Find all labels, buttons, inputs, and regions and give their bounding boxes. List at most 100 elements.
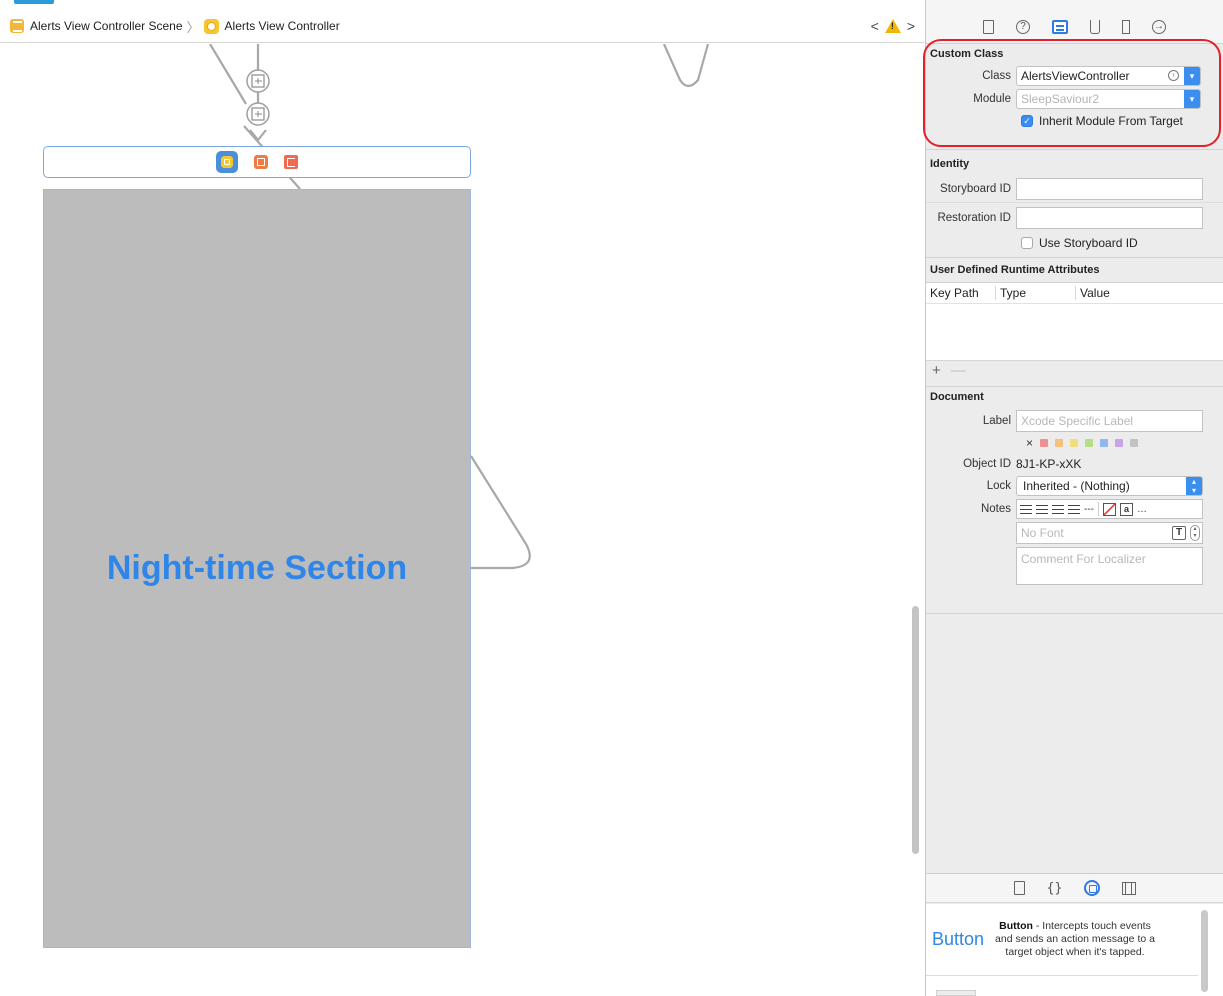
remove-attribute-button[interactable]: — [951,362,966,379]
notes-label: Notes [980,503,1011,515]
color-swatch-gray[interactable] [1130,439,1139,447]
exit-icon[interactable] [284,155,298,169]
use-storyboard-id-row[interactable]: Use Storyboard ID [926,232,1223,254]
restoration-id-input[interactable] [1016,206,1203,229]
lock-value: Inherited - (Nothing) [1023,479,1130,493]
toolbar-divider [1098,502,1099,516]
color-swatch-red[interactable] [1040,439,1049,447]
object-library-icon[interactable] [1084,880,1101,896]
class-dropdown-icon[interactable]: ▾ [1184,66,1200,85]
label-row: Label Xcode Specific Label [926,409,1223,433]
breadcrumb-scene[interactable]: Alerts View Controller Scene [10,19,183,33]
previous-issue-icon[interactable]: < [871,18,879,34]
text-color-icon[interactable]: a [1120,502,1133,516]
lock-popup[interactable]: Inherited - (Nothing) ▴ ▾ [1016,476,1203,496]
file-template-library-icon[interactable] [1013,881,1025,895]
align-center-icon[interactable] [1036,504,1048,514]
library-item-name: Button [999,920,1033,932]
inspector-tabs: ? [926,0,1223,44]
storyboard-id-label: Storyboard ID [940,183,1011,195]
size-inspector-icon[interactable] [1122,19,1130,34]
next-issue-icon[interactable]: > [907,18,915,34]
more-options-icon[interactable]: … [1137,504,1147,515]
module-combo[interactable]: SleepSaviour2 ▾ [1016,88,1201,109]
inherit-module-checkbox[interactable] [1021,115,1033,127]
clear-color-button[interactable]: × [1026,436,1033,450]
module-value[interactable]: SleepSaviour2 [1021,92,1184,106]
breadcrumb-controller[interactable]: Alerts View Controller [203,18,340,34]
use-storyboard-id-checkbox[interactable] [1021,237,1033,249]
jump-bar: Alerts View Controller Scene 〉 Alerts Vi… [0,10,925,43]
canvas-scrollbar[interactable] [912,606,919,854]
add-attribute-button[interactable]: + [932,362,941,379]
xcode-label-input[interactable]: Xcode Specific Label [1016,410,1203,432]
segue-connector-icon[interactable] [246,69,270,93]
code-snippet-library-icon[interactable]: {} [1047,881,1063,896]
object-id-row: Object ID 8J1-KP-xXK [926,453,1223,475]
runtime-attributes-header: Key Path Type Value [926,282,1223,304]
view-controller-icon[interactable] [216,151,238,173]
top-strip [0,0,925,6]
utilities-inspector: ? Custom Class Class AlertsViewControlle… [923,0,1223,996]
localizer-comment-input[interactable]: Comment For Localizer [1016,547,1203,585]
no-color-icon[interactable] [1103,502,1116,516]
align-right-icon[interactable] [1052,504,1064,514]
lock-label: Lock [986,480,1011,492]
storyboard-id-input[interactable] [1016,178,1203,200]
segue-connector-icon[interactable] [246,102,270,126]
color-swatch-green[interactable] [1085,439,1094,447]
restoration-id-label: Restoration ID [937,211,1011,224]
quick-help-icon[interactable]: ? [1016,19,1030,34]
align-left-icon[interactable] [1020,504,1032,514]
align-justify-icon[interactable] [1068,504,1080,514]
module-dropdown-icon[interactable]: ▾ [1184,89,1200,108]
column-key-path[interactable]: Key Path [926,286,996,300]
column-type[interactable]: Type [996,286,1076,300]
label-color-swatches: × [926,433,1223,453]
class-row: Class AlertsViewController › ▾ [926,64,1223,87]
color-swatch-purple[interactable] [1115,439,1124,447]
library-item-next[interactable] [936,990,976,996]
comment-row: Comment For Localizer [926,545,1223,587]
font-size-stepper[interactable]: ▴ ▾ [1190,525,1200,541]
color-swatch-yellow[interactable] [1070,439,1079,447]
media-library-icon[interactable] [1122,881,1137,895]
class-value[interactable]: AlertsViewController [1021,69,1168,83]
inherit-module-row[interactable]: Inherit Module From Target [926,110,1223,132]
object-library: Button Button - Intercepts touch events … [926,904,1223,996]
connections-inspector-icon[interactable] [1152,19,1166,35]
object-id-value: 8J1-KP-xXK [1016,457,1082,471]
view-controller-view[interactable]: Night-time Section [43,189,471,948]
class-combo[interactable]: AlertsViewController › ▾ [1016,65,1201,86]
library-item-preview: Button [932,929,985,949]
first-responder-icon[interactable] [254,155,268,169]
column-value[interactable]: Value [1076,286,1110,300]
color-swatch-blue[interactable] [1100,439,1109,447]
library-item-description: Button - Intercepts touch events and sen… [990,920,1160,959]
identity-inspector-icon[interactable] [1052,19,1068,34]
view-title-label[interactable]: Night-time Section [107,549,407,588]
runtime-attributes-controls: + — [926,360,1223,380]
runtime-attributes-table[interactable] [926,304,1223,360]
runtime-attributes-title: User Defined Runtime Attributes [930,264,1100,276]
object-id-label: Object ID [963,458,1011,470]
file-inspector-icon[interactable] [983,19,994,34]
segue-line-left [209,44,247,105]
lock-selector-icon[interactable]: ▴ ▾ [1186,477,1202,495]
segue-line-right [470,455,531,570]
attributes-inspector-icon[interactable] [1090,19,1100,34]
library-scrollbar[interactable] [1201,910,1208,992]
document-section: Document Label Xcode Specific Label × Ob… [926,386,1223,614]
scene-dock [43,146,471,178]
jump-to-class-icon[interactable]: › [1168,70,1179,81]
storyboard-canvas[interactable]: Night-time Section [0,44,925,996]
storyboard-id-row: Storyboard ID [926,176,1223,203]
align-natural-icon[interactable]: --- [1084,504,1094,515]
color-swatch-orange[interactable] [1055,439,1064,447]
library-item-button[interactable]: Button Button - Intercepts touch events … [926,904,1198,976]
storyboard-scene-icon [10,19,24,33]
module-label: Module [973,92,1011,105]
font-field[interactable]: No Font T ▴ ▾ [1016,522,1203,544]
font-picker-icon[interactable]: T [1172,526,1186,540]
warning-icon[interactable] [884,19,901,33]
